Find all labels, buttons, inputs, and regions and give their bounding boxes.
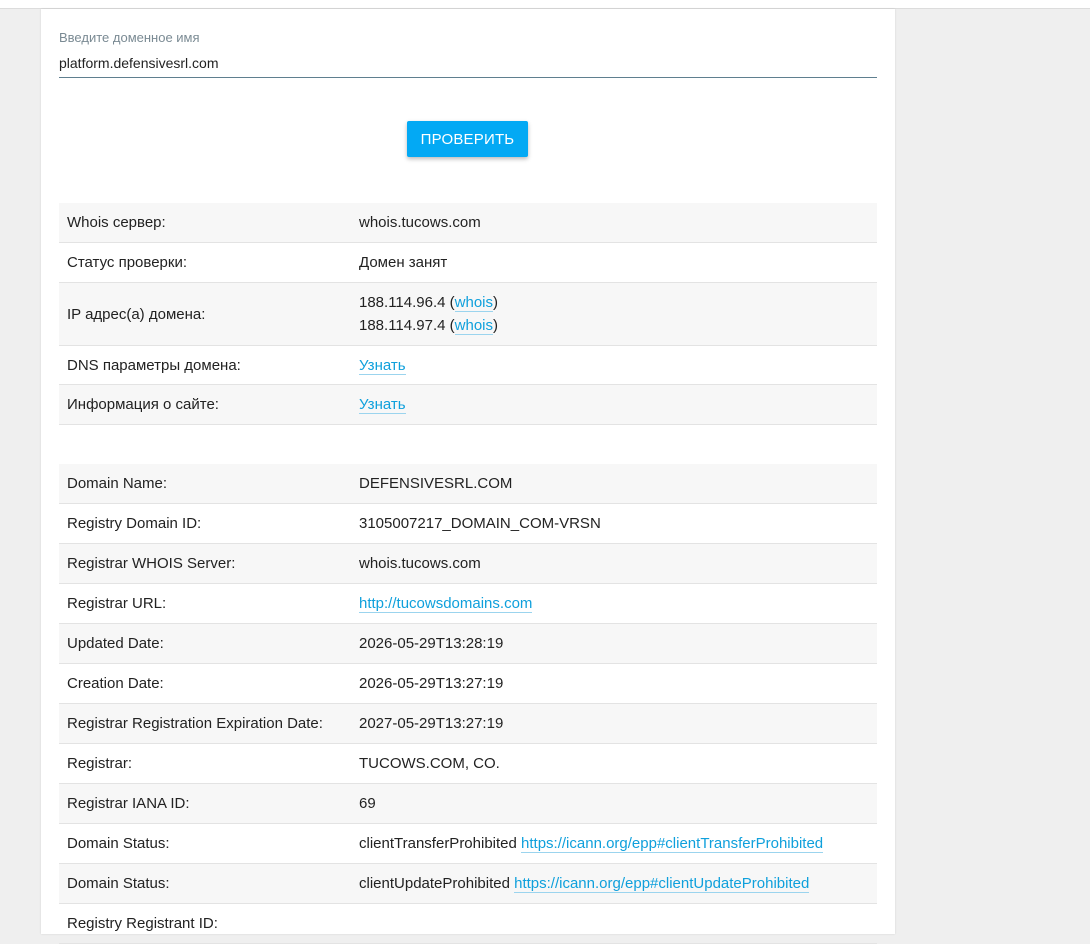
ip-address: 188.114.96.4 <box>359 294 446 311</box>
check-button[interactable]: ПРОВЕРИТЬ <box>407 121 528 157</box>
table-row: Registrar WHOIS Server: whois.tucows.com <box>59 544 877 584</box>
row-label: Информация о сайте: <box>67 396 219 413</box>
row-value-cell: 3105007217_DOMAIN_COM-VRSN <box>359 515 877 532</box>
table-row: Registrar Registration Expiration Date: 2… <box>59 704 877 744</box>
row-label: Registry Domain ID: <box>67 515 202 532</box>
table-row-dns: DNS параметры домена: Узнать <box>59 346 877 385</box>
row-label: Статус проверки: <box>67 254 187 271</box>
row-value: 2026-05-29T13:28:19 <box>359 635 504 652</box>
row-link[interactable]: https://icann.org/epp#clientUpdateProhib… <box>514 875 810 893</box>
ip-line: 188.114.97.4 (whois) <box>359 317 499 335</box>
row-value-cell: 69 <box>359 795 877 812</box>
table-row: Domain Name: DEFENSIVESRL.COM <box>59 464 877 504</box>
row-value-cell: whois.tucows.com <box>359 555 877 572</box>
row-value-cell: 2026-05-29T13:27:19 <box>359 675 877 692</box>
row-value: whois.tucows.com <box>359 214 481 231</box>
ip-address: 188.114.97.4 <box>359 317 446 334</box>
row-value-cell: clientTransferProhibited https://icann.o… <box>359 835 877 853</box>
row-label: Domain Status: <box>67 875 170 892</box>
row-value-cell: TUCOWS.COM, CO. <box>359 755 877 772</box>
row-value: clientTransferProhibited <box>359 835 517 852</box>
table-row: Registry Registrant ID: <box>59 904 877 944</box>
row-label: Domain Name: <box>67 475 168 492</box>
row-label: Domain Status: <box>67 835 170 852</box>
ip-list: 188.114.96.4 (whois) 188.114.97.4 (whois… <box>359 291 877 337</box>
row-label: Registrar URL: <box>67 595 167 612</box>
site-info-link[interactable]: Узнать <box>359 396 406 414</box>
row-label: Registrar: <box>67 755 133 772</box>
summary-table: Whois сервер: whois.tucows.com Статус пр… <box>59 203 877 425</box>
whois-table: Domain Name: DEFENSIVESRL.COM Registry Dom… <box>59 464 877 944</box>
row-value: 2027-05-29T13:27:19 <box>359 715 504 732</box>
domain-input[interactable] <box>59 53 877 73</box>
row-label: Updated Date: <box>67 635 164 652</box>
ip-line: 188.114.96.4 (whois) <box>359 294 499 312</box>
table-row-site-info: Информация о сайте: Узнать <box>59 385 877 425</box>
top-bar <box>0 0 1090 9</box>
row-value-cell: 2026-05-29T13:28:19 <box>359 635 877 652</box>
row-label: Registrar IANA ID: <box>67 795 190 812</box>
table-row: Registrar IANA ID: 69 <box>59 784 877 824</box>
row-value: TUCOWS.COM, CO. <box>359 755 500 772</box>
row-label: IP адрес(а) домена: <box>67 305 206 323</box>
row-label: Creation Date: <box>67 675 164 692</box>
row-label: Registrar WHOIS Server: <box>67 555 236 572</box>
row-label: Whois сервер: <box>67 214 166 231</box>
row-label: DNS параметры домена: <box>67 356 241 374</box>
row-value: DEFENSIVESRL.COM <box>359 475 513 492</box>
dns-link[interactable]: Узнать <box>359 356 406 375</box>
row-link[interactable]: https://icann.org/epp#clientTransferProh… <box>521 835 824 853</box>
ip-whois-link[interactable]: whois <box>454 317 494 335</box>
row-value: clientUpdateProhibited <box>359 875 510 892</box>
row-value-cell: DEFENSIVESRL.COM <box>359 475 877 492</box>
table-row-ip: IP адрес(а) домена: 188.114.96.4 (whois)… <box>59 283 877 346</box>
domain-field: Введите доменное имя <box>59 29 877 78</box>
row-value: 3105007217_DOMAIN_COM-VRSN <box>359 515 601 532</box>
row-value: 2026-05-29T13:27:19 <box>359 675 504 692</box>
table-row: Domain Status: clientUpdateProhibited htt… <box>59 864 877 904</box>
row-value-cell: 2027-05-29T13:27:19 <box>359 715 877 732</box>
table-row: Creation Date: 2026-05-29T13:27:19 <box>59 664 877 704</box>
row-link[interactable]: http://tucowsdomains.com <box>359 595 533 613</box>
whois-card: Введите доменное имя ПРОВЕРИТЬ Whois сер… <box>41 9 895 944</box>
row-value: 69 <box>359 795 376 812</box>
row-value: Домен занят <box>359 254 448 271</box>
domain-field-label: Введите доменное имя <box>59 30 200 45</box>
row-value-cell: clientUpdateProhibited https://icann.org… <box>359 875 877 893</box>
table-row: Registrar: TUCOWS.COM, CO. <box>59 744 877 784</box>
table-row: Domain Status: clientTransferProhibited h… <box>59 824 877 864</box>
table-row-status: Статус проверки: Домен занят <box>59 243 877 283</box>
ip-whois-link[interactable]: whois <box>454 294 494 312</box>
table-row-whois-server: Whois сервер: whois.tucows.com <box>59 203 877 243</box>
row-value: whois.tucows.com <box>359 555 481 572</box>
row-label: Registrar Registration Expiration Date: <box>67 715 323 732</box>
row-value-cell: http://tucowsdomains.com <box>359 595 877 613</box>
table-row: Registry Domain ID: 3105007217_DOMAIN_COM… <box>59 504 877 544</box>
table-row: Registrar URL: http://tucowsdomains.com <box>59 584 877 624</box>
table-row: Updated Date: 2026-05-29T13:28:19 <box>59 624 877 664</box>
row-label: Registry Registrant ID: <box>67 915 218 932</box>
